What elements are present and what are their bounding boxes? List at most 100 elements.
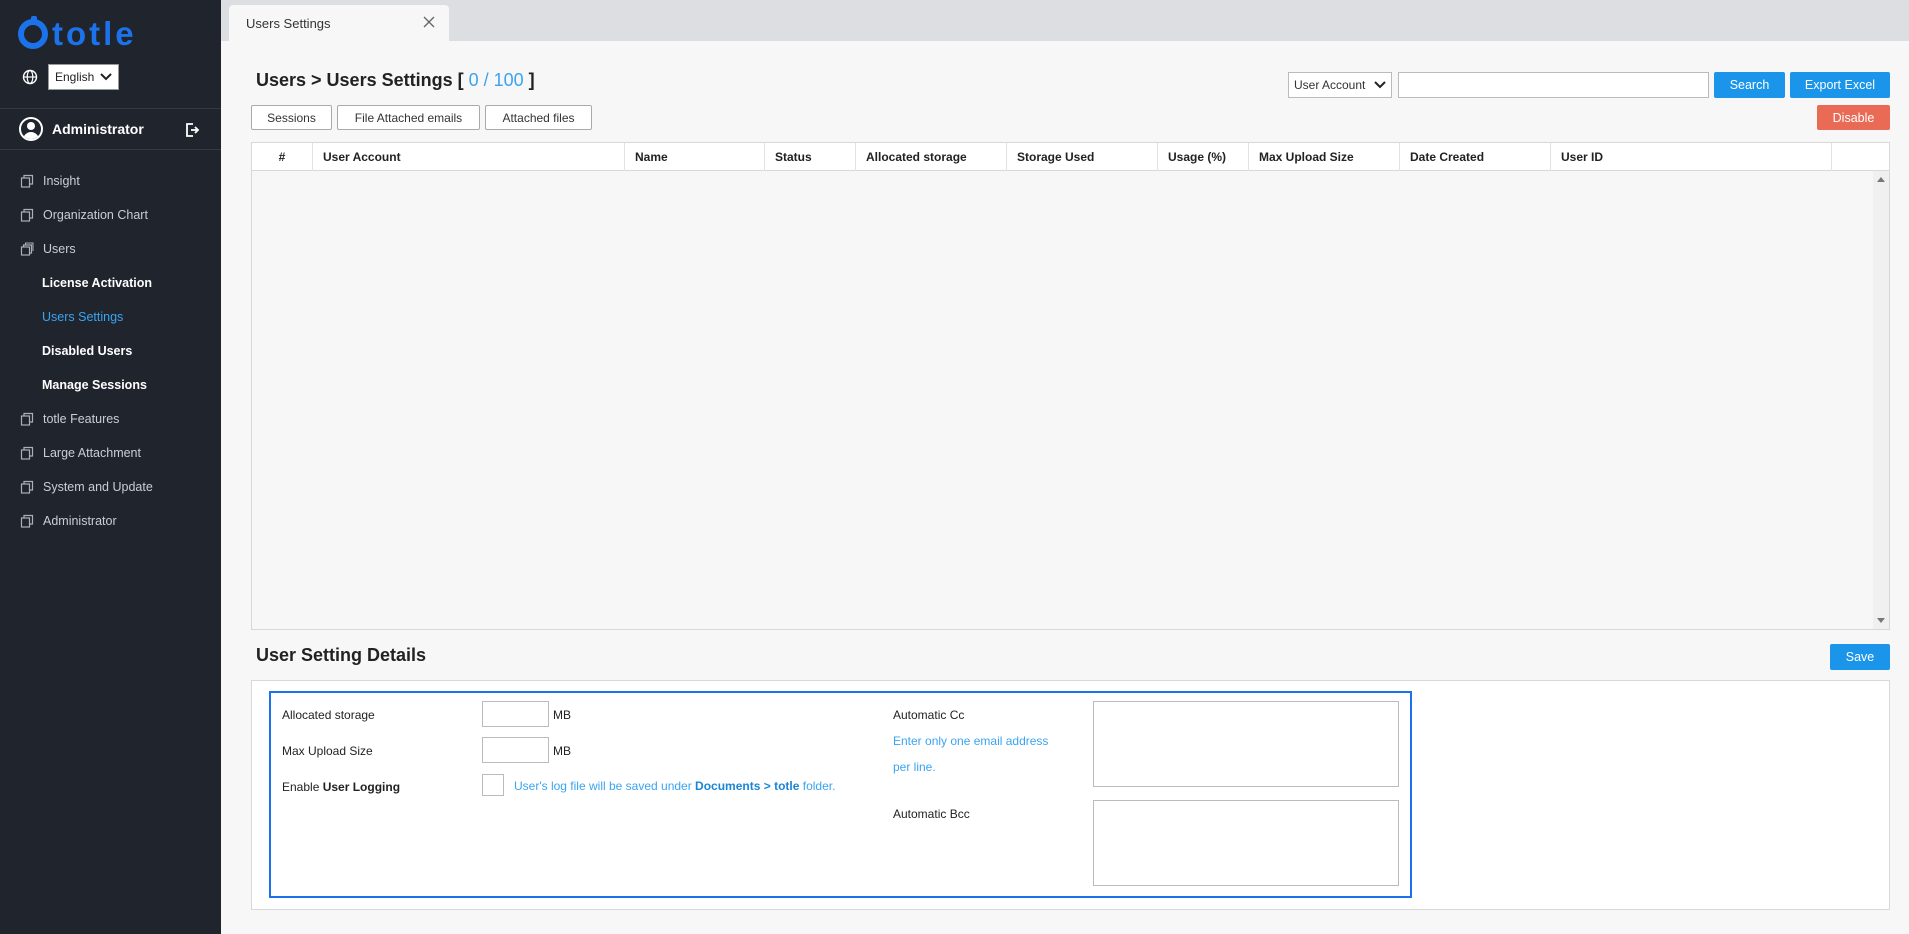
allocated-storage-unit: MB (553, 708, 571, 722)
export-excel-button[interactable]: Export Excel (1790, 72, 1890, 98)
pages-open-icon (20, 242, 34, 256)
user-logging-checkbox[interactable] (482, 774, 504, 796)
sidebar-subitem-disabled-users[interactable]: Disabled Users (0, 334, 221, 368)
user-name: Administrator (52, 121, 144, 137)
close-icon[interactable] (423, 16, 435, 28)
save-button[interactable]: Save (1830, 644, 1890, 670)
automatic-cc-hint-line1: Enter only one email address (893, 734, 1049, 748)
details-form: Allocated storage MB Max Upload Size MB … (269, 691, 1412, 898)
logging-hint-path: Documents > totle (695, 779, 800, 793)
globe-icon (22, 69, 38, 85)
sidebar-item-label: Users (43, 242, 76, 256)
sidebar-item-totle-features[interactable]: totle Features (0, 402, 221, 436)
sidebar-item-label: System and Update (43, 480, 153, 494)
column-header-user-id[interactable]: User ID (1551, 143, 1832, 171)
column-header-storage-used[interactable]: Storage Used (1007, 143, 1158, 171)
logging-label-prefix: Enable (282, 780, 323, 794)
page-icon (20, 208, 34, 222)
tab-users-settings[interactable]: Users Settings (229, 5, 449, 41)
user-count: 0 / 100 (463, 70, 529, 90)
chevron-down-icon (1374, 81, 1386, 89)
enable-user-logging-label: Enable User Logging (282, 780, 400, 794)
toolbar: Sessions File Attached emails Attached f… (251, 105, 597, 130)
sidebar-item-users[interactable]: Users (0, 232, 221, 266)
allocated-storage-label: Allocated storage (282, 708, 375, 722)
sidebar-item-label: Organization Chart (43, 208, 148, 222)
page-icon (20, 174, 34, 188)
search-field-select[interactable]: User Account (1288, 72, 1392, 98)
sidebar-item-label: Large Attachment (43, 446, 141, 460)
logo[interactable]: totle (18, 16, 137, 52)
logging-hint-post: folder. (799, 779, 836, 793)
sidebar-subitem-label: License Activation (42, 276, 152, 290)
language-row: English (22, 64, 119, 90)
column-header-number[interactable]: # (252, 143, 313, 171)
sidebar-subitem-label: Users Settings (42, 310, 124, 324)
user-logging-hint: User's log file will be saved under Docu… (514, 779, 835, 793)
logging-hint-pre: User's log file will be saved under (514, 779, 696, 793)
language-select[interactable]: English (48, 64, 119, 90)
disable-button[interactable]: Disable (1817, 105, 1890, 130)
sidebar-subitem-label: Disabled Users (42, 344, 133, 358)
sidebar-item-label: totle Features (43, 412, 120, 426)
sidebar-item-large-attachment[interactable]: Large Attachment (0, 436, 221, 470)
column-header-usage[interactable]: Usage (%) (1158, 143, 1249, 171)
file-attached-emails-button[interactable]: File Attached emails (337, 105, 480, 130)
search-area: User Account Search Export Excel (1288, 72, 1890, 98)
sidebar-subitem-license-activation[interactable]: License Activation (0, 266, 221, 300)
automatic-cc-textarea[interactable] (1093, 701, 1399, 787)
details-panel: Allocated storage MB Max Upload Size MB … (251, 680, 1890, 910)
column-header-max-upload-size[interactable]: Max Upload Size (1249, 143, 1400, 171)
search-button[interactable]: Search (1714, 72, 1785, 98)
column-header-status[interactable]: Status (765, 143, 856, 171)
breadcrumb: Users > Users Settings [ (256, 70, 464, 90)
table-scrollbar[interactable] (1873, 171, 1889, 629)
column-header-name[interactable]: Name (625, 143, 765, 171)
language-value: English (55, 70, 95, 84)
sidebar: totle English Administrator Insight Orga… (0, 0, 221, 934)
max-upload-size-label: Max Upload Size (282, 744, 373, 758)
page-icon (20, 446, 34, 460)
sidebar-subitem-users-settings[interactable]: Users Settings (0, 300, 221, 334)
search-field-value: User Account (1294, 78, 1366, 92)
allocated-storage-input[interactable] (482, 701, 549, 727)
max-upload-size-input[interactable] (482, 737, 549, 763)
page-icon (20, 412, 34, 426)
scroll-up-icon[interactable] (1877, 177, 1885, 182)
users-table: # User Account Name Status Allocated sto… (251, 142, 1890, 630)
logo-text: totle (52, 15, 137, 52)
sidebar-subitem-label: Manage Sessions (42, 378, 147, 392)
logo-mark-icon (18, 16, 48, 49)
search-input[interactable] (1398, 72, 1709, 98)
avatar-icon (19, 117, 43, 141)
sidebar-subitem-manage-sessions[interactable]: Manage Sessions (0, 368, 221, 402)
attached-files-button[interactable]: Attached files (485, 105, 592, 130)
logout-icon[interactable] (184, 122, 200, 138)
sidebar-item-label: Insight (43, 174, 80, 188)
column-header-user-account[interactable]: User Account (313, 143, 625, 171)
sidebar-item-organization-chart[interactable]: Organization Chart (0, 198, 221, 232)
page-title: Users > Users Settings [ 0 / 100 ] (256, 70, 535, 91)
page-icon (20, 514, 34, 528)
column-header-allocated-storage[interactable]: Allocated storage (856, 143, 1007, 171)
sessions-button[interactable]: Sessions (251, 105, 332, 130)
chevron-down-icon (100, 73, 112, 81)
user-row: Administrator (0, 108, 221, 150)
max-upload-size-unit: MB (553, 744, 571, 758)
automatic-cc-label: Automatic Cc (893, 708, 965, 722)
details-title: User Setting Details (256, 645, 427, 665)
sidebar-item-administrator[interactable]: Administrator (0, 504, 221, 538)
sidebar-item-system-and-update[interactable]: System and Update (0, 470, 221, 504)
page-icon (20, 480, 34, 494)
scroll-down-icon[interactable] (1877, 618, 1885, 623)
sidebar-nav: Insight Organization Chart Users License… (0, 164, 221, 538)
tab-bar: Users Settings (221, 0, 1909, 41)
automatic-cc-hint-line2: per line. (893, 760, 936, 774)
sidebar-item-label: Administrator (43, 514, 117, 528)
sidebar-item-insight[interactable]: Insight (0, 164, 221, 198)
breadcrumb-end: ] (528, 70, 535, 90)
automatic-bcc-label: Automatic Bcc (893, 807, 970, 821)
column-header-date-created[interactable]: Date Created (1400, 143, 1551, 171)
automatic-bcc-textarea[interactable] (1093, 800, 1399, 886)
table-header: # User Account Name Status Allocated sto… (252, 143, 1889, 171)
